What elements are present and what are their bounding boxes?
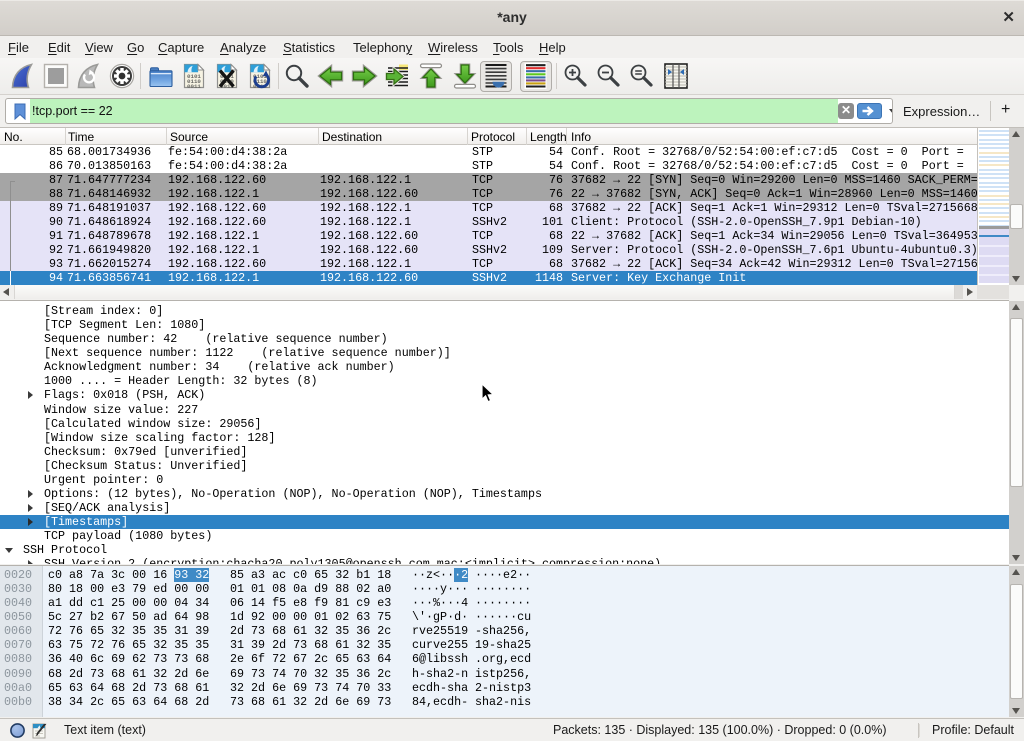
svg-text:0011: 0011 bbox=[187, 83, 201, 90]
